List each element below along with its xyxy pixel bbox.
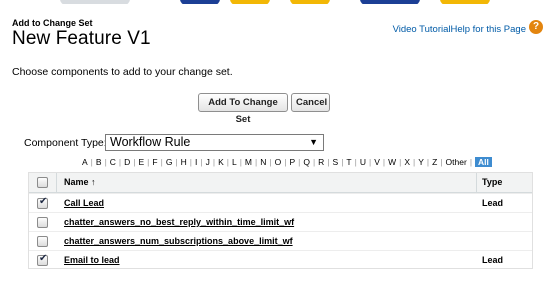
select-all-checkbox[interactable] [37,177,48,188]
row-checkbox[interactable] [37,236,48,247]
alphabet-filter: A | B | C | D | E | F | G | H | I | J | K | L | M | N | O | P | Q | R | S | T |… [82,157,492,167]
alpha-filter-f[interactable]: F [152,157,157,167]
help-for-page-link[interactable]: Help for this Page [450,24,526,35]
page-title: New Feature V1 [12,28,151,49]
alpha-filter-c[interactable]: C [110,157,116,167]
alpha-filter-all[interactable]: All [475,157,492,167]
column-divider [476,173,477,193]
alpha-separator: | [90,157,93,167]
alpha-separator: | [354,157,357,167]
alpha-separator: | [200,157,203,167]
alpha-filter-k[interactable]: K [218,157,224,167]
help-links: Video TutorialHelp for this Page [393,24,526,35]
alpha-separator: | [269,157,272,167]
table-row: chatter_answers_no_best_reply_within_tim… [29,212,532,231]
alpha-separator: | [327,157,330,167]
add-to-change-set-button[interactable]: Add To Change Set [198,93,288,125]
alpha-filter-h[interactable]: H [181,157,187,167]
alpha-filter-m[interactable]: M [245,157,252,167]
alpha-separator: | [469,157,473,167]
component-type-cell: Lead [482,255,504,265]
top-decoration-strip [0,0,551,4]
component-type-select[interactable]: Workflow Rule ▼ [105,134,324,151]
component-type-cell: Lead [482,198,504,208]
alpha-separator: | [368,157,372,167]
table-row: Call Lead Lead [29,193,532,212]
alpha-separator: | [413,157,416,167]
alpha-separator: | [175,157,178,167]
column-divider [56,173,57,193]
alpha-filter-t[interactable]: T [346,157,351,167]
component-name-link[interactable]: Email to lead [64,255,120,265]
component-name-link[interactable]: chatter_answers_no_best_reply_within_tim… [64,217,294,227]
name-column-header[interactable]: Name ↑ [64,177,96,187]
alpha-separator: | [255,157,258,167]
help-icon[interactable]: ? [529,20,543,34]
alpha-filter-l[interactable]: L [232,157,237,167]
row-checkbox[interactable] [37,253,48,266]
alpha-separator: | [426,157,430,167]
alpha-separator: | [226,157,229,167]
table-header-row: Name ↑ Type [29,173,532,193]
alpha-filter-w[interactable]: W [388,157,396,167]
alpha-separator: | [189,157,193,167]
alpha-separator: | [212,157,216,167]
alpha-separator: | [382,157,386,167]
instructions-text: Choose components to add to your change … [12,66,233,78]
alpha-separator: | [104,157,107,167]
video-tutorial-link[interactable]: Video Tutorial [393,24,451,35]
cancel-button[interactable]: Cancel [291,93,330,112]
table-row: chatter_answers_num_subscriptions_above_… [29,231,532,250]
alpha-separator: | [133,157,136,167]
alpha-filter-a[interactable]: A [82,157,88,167]
component-name-link[interactable]: chatter_answers_num_subscriptions_above_… [64,236,293,246]
row-checkbox[interactable] [37,217,48,228]
alpha-filter-b[interactable]: B [96,157,102,167]
alpha-separator: | [118,157,122,167]
type-column-header[interactable]: Type [482,177,502,187]
alpha-separator: | [312,157,316,167]
components-table: Name ↑ Type Call Lead Lead chatter_answers… [28,172,533,269]
dropdown-arrow-icon: ▼ [309,137,318,147]
alpha-separator: | [239,157,242,167]
component-type-label: Component Type: [24,137,107,149]
page-eyebrow: Add to Change Set [12,18,93,28]
alpha-separator: | [440,157,443,167]
component-type-value: Workflow Rule [110,135,191,149]
table-row: Email to lead Lead [29,250,532,269]
alpha-filter-q[interactable]: Q [303,157,310,167]
alpha-filter-other[interactable]: Other [446,157,467,167]
alpha-separator: | [160,157,163,167]
component-name-link[interactable]: Call Lead [64,198,104,208]
row-checkbox[interactable] [37,196,48,209]
